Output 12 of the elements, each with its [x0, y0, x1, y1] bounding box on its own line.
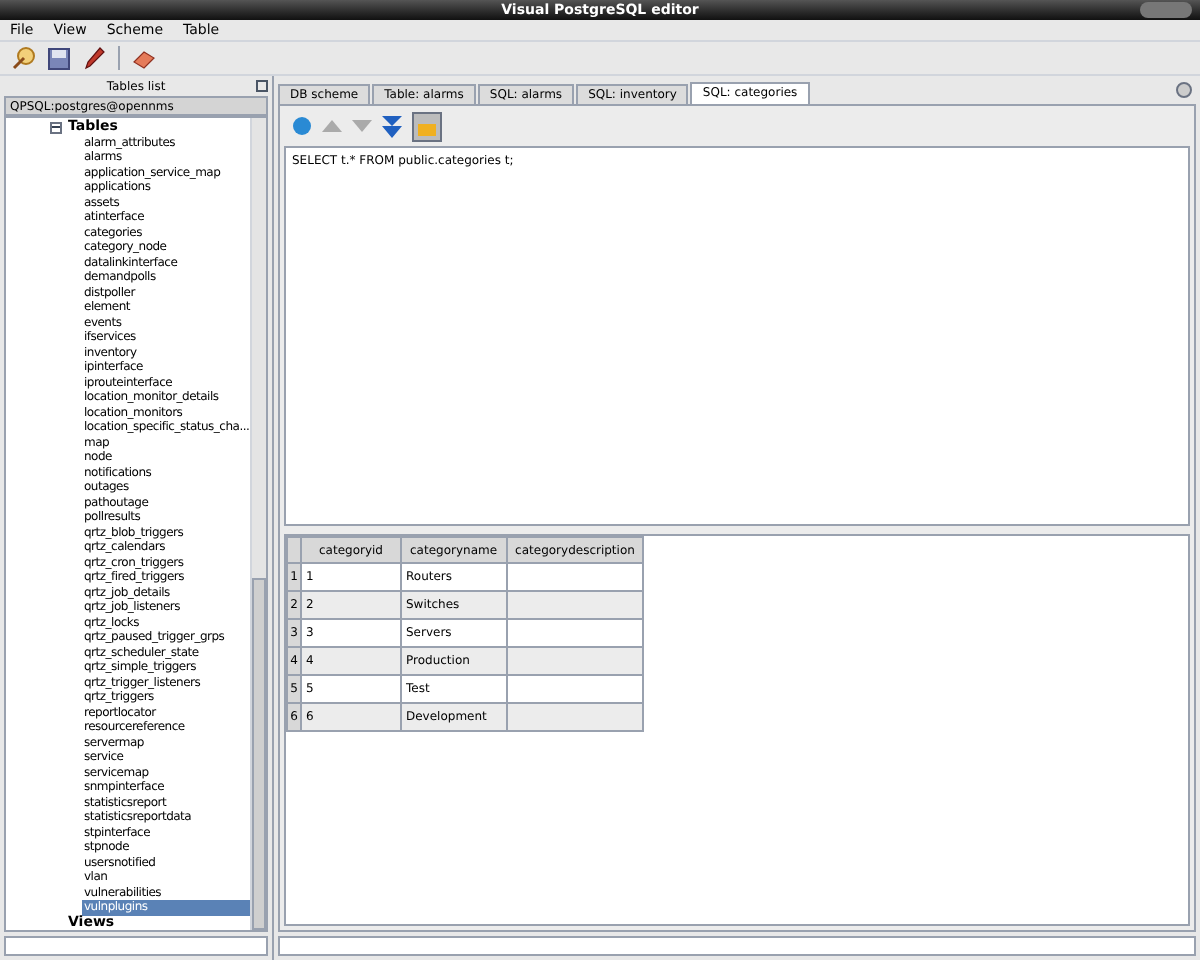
table-cell: [506, 703, 644, 731]
lock-button[interactable]: [412, 111, 442, 141]
detach-icon[interactable]: [256, 80, 268, 92]
collapse-icon[interactable]: [50, 121, 62, 134]
run-icon[interactable]: [292, 116, 312, 136]
window-controls-icon[interactable]: [1140, 2, 1192, 18]
save-icon[interactable]: [48, 47, 70, 69]
pencil-icon[interactable]: [82, 46, 106, 70]
double-down-arrow-icon[interactable]: [382, 115, 402, 137]
eraser-icon[interactable]: [132, 46, 156, 70]
close-tab-icon[interactable]: [1176, 82, 1192, 98]
scrollbar[interactable]: [250, 118, 266, 930]
